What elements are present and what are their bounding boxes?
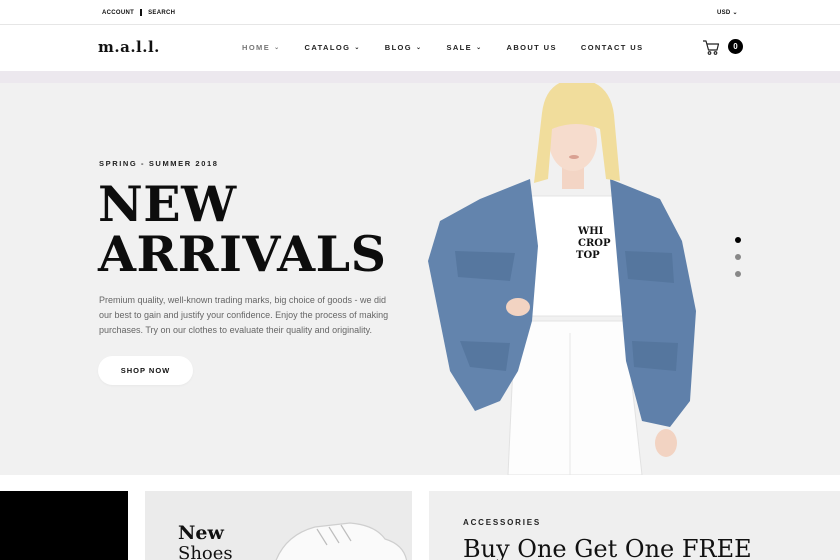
promo-accessories-label: ACCESSORIES (463, 518, 542, 527)
nav-label: CATALOG (304, 43, 351, 52)
slide-dot[interactable] (735, 271, 741, 277)
headline-line-1: NEW (98, 175, 237, 233)
cart-count-badge[interactable]: 0 (728, 39, 743, 54)
hero-headline: NEW ARRIVALS (98, 179, 386, 279)
hero-model-image: WHI CROP TOP (428, 83, 696, 475)
promo-shoes-subtitle: Shoes (178, 543, 233, 560)
header-divider-strip (0, 71, 840, 83)
main-nav: HOME ⌄ CATALOG ⌄ BLOG ⌄ SALE ⌄ ABOUT US … (242, 43, 667, 52)
currency-selector[interactable]: USD ⌄ (717, 9, 738, 16)
nav-item-home[interactable]: HOME ⌄ (242, 43, 281, 52)
top-bar: ACCOUNT SEARCH USD ⌄ (0, 0, 840, 25)
sneaker-image (275, 522, 408, 560)
nav-label: CONTACT US (580, 43, 644, 52)
nav-label: BLOG (384, 43, 413, 52)
nav-label: ABOUT US (506, 43, 557, 52)
promo-tile-shoes[interactable]: New Shoes (145, 491, 412, 560)
nav-item-about-us[interactable]: ABOUT US (507, 43, 557, 52)
slider-pagination (735, 237, 741, 277)
slide-dot[interactable] (735, 237, 741, 243)
hero-eyebrow: SPRING - SUMMER 2018 (99, 159, 219, 168)
promo-shoes-title: New (178, 522, 224, 544)
logo[interactable]: m.a.l.l. (98, 38, 160, 56)
promo-tile-accessories[interactable]: ACCESSORIES Buy One Get One FREE (429, 491, 840, 560)
nav-label: HOME (242, 43, 271, 52)
chevron-down-icon: ⌄ (274, 45, 281, 51)
divider (140, 9, 143, 16)
cart-icon[interactable] (702, 39, 720, 57)
headline-line-2: ARRIVALS (98, 225, 387, 283)
nav-label: SALE (446, 43, 473, 52)
nav-item-contact-us[interactable]: CONTACT US (581, 43, 644, 52)
chevron-down-icon: ⌄ (416, 45, 423, 51)
search-link[interactable]: SEARCH (148, 10, 175, 16)
main-header: m.a.l.l. HOME ⌄ CATALOG ⌄ BLOG ⌄ SALE ⌄ … (0, 25, 840, 71)
nav-item-catalog[interactable]: CATALOG ⌄ (305, 43, 361, 52)
chevron-down-icon: ⌄ (476, 45, 483, 51)
shop-now-button[interactable]: SHOP NOW (98, 356, 193, 385)
nav-item-sale[interactable]: SALE ⌄ (446, 43, 482, 52)
hero-description: Premium quality, well-known trading mark… (99, 295, 389, 335)
slide-dot[interactable] (735, 254, 741, 260)
nav-item-blog[interactable]: BLOG ⌄ (385, 43, 423, 52)
account-link[interactable]: ACCOUNT (102, 10, 134, 16)
top-links: ACCOUNT SEARCH (102, 9, 175, 16)
promo-tile-dark[interactable] (0, 491, 128, 560)
chevron-down-icon: ⌄ (354, 45, 361, 51)
promo-accessories-offer: Buy One Get One FREE (463, 535, 752, 560)
hero-banner: SPRING - SUMMER 2018 NEW ARRIVALS Premiu… (0, 83, 840, 475)
